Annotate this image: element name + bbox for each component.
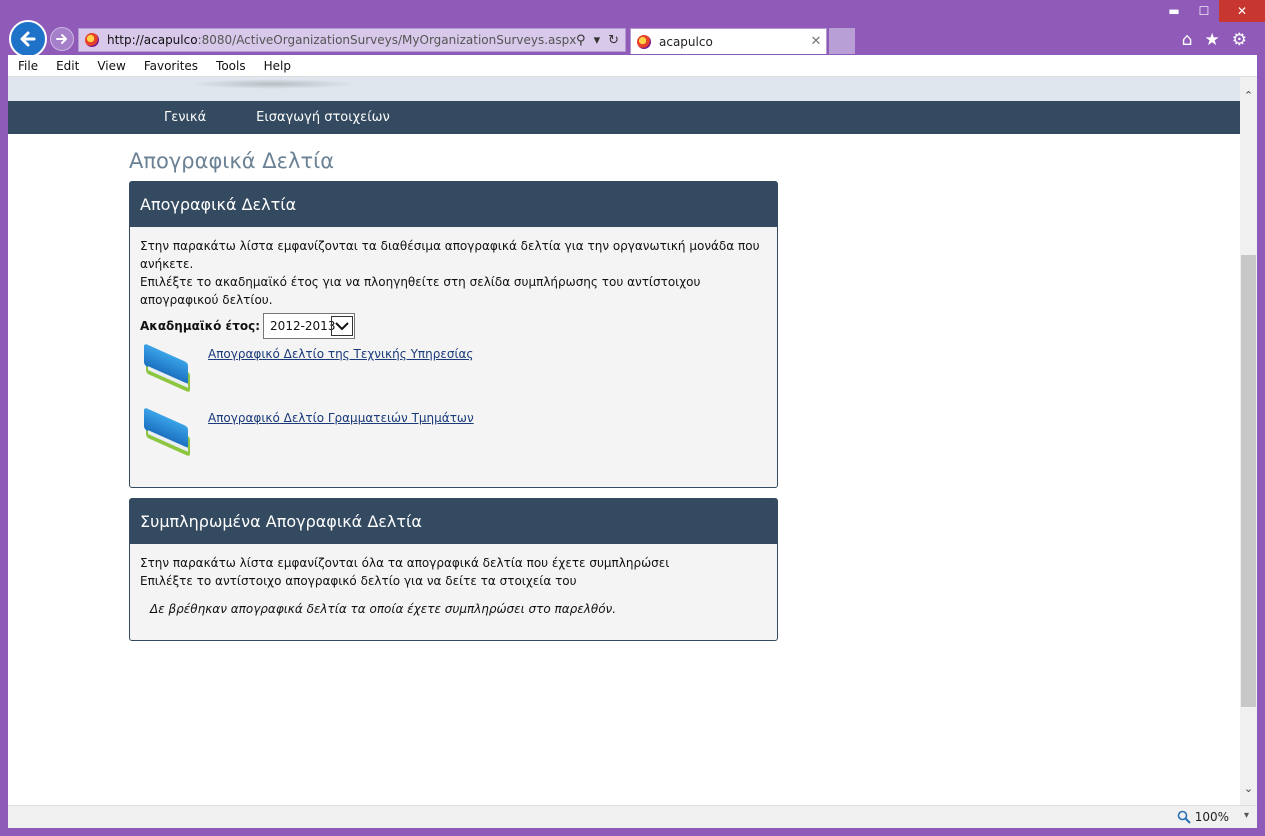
window-controls: ▬ ☐ ✕: [1159, 0, 1265, 26]
menu-favorites[interactable]: Favorites: [144, 59, 198, 73]
zoom-level: 100%: [1194, 810, 1229, 824]
site-banner: [8, 77, 1240, 101]
vertical-scrollbar[interactable]: ⌃ ⌄: [1240, 77, 1257, 805]
favorites-star-icon[interactable]: ★: [1205, 30, 1220, 50]
survey-item: Απογραφικό Δελτίο της Τεχνικής Υπηρεσίας: [140, 343, 767, 403]
instruction-text: Επιλέξτε το ακαδημαϊκό έτος για να πλοηγ…: [140, 275, 701, 307]
tab-favicon-icon: [637, 34, 651, 49]
year-select-value: 2012-2013: [270, 319, 336, 333]
intro-text: Στην παρακάτω λίστα εμφανίζονται όλα τα …: [140, 556, 670, 570]
instruction-text: Επιλέξτε το αντίστοιχο απογραφικό δελτίο…: [140, 574, 577, 588]
tab-title: acapulco: [659, 34, 713, 49]
survey-link-technical-service[interactable]: Απογραφικό Δελτίο της Τεχνικής Υπηρεσίας: [208, 345, 473, 403]
books-icon: [140, 407, 198, 465]
menu-edit[interactable]: Edit: [56, 59, 79, 73]
minimize-icon[interactable]: ▬: [1159, 0, 1189, 22]
maximize-icon[interactable]: ☐: [1189, 0, 1219, 22]
year-label: Ακαδημαϊκό έτος:: [140, 319, 261, 333]
browser-window: http://acapulco:8080/ActiveOrganizationS…: [0, 0, 1265, 836]
home-icon[interactable]: ⌂: [1182, 30, 1193, 50]
dropdown-arrow-icon[interactable]: ▾: [594, 33, 601, 48]
zoom-dropdown-icon[interactable]: ▾: [1244, 810, 1249, 821]
browser-tab[interactable]: acapulco ✕: [630, 28, 827, 54]
empty-message: Δε βρέθηκαν απογραφικά δελτία τα οποία έ…: [150, 602, 617, 616]
close-window-icon[interactable]: ✕: [1219, 0, 1265, 22]
zoom-control[interactable]: 100% ▾: [1177, 810, 1249, 824]
site-favicon-icon: [85, 33, 99, 47]
menu-bar: File Edit View Favorites Tools Help: [8, 55, 1257, 77]
menu-file[interactable]: File: [18, 59, 38, 73]
new-tab-button[interactable]: [829, 28, 855, 54]
address-bar[interactable]: http://acapulco:8080/ActiveOrganizationS…: [78, 28, 626, 52]
year-row: Ακαδημαϊκό έτος: 2012-2013: [140, 313, 767, 339]
settings-gear-icon[interactable]: ⚙: [1232, 30, 1247, 50]
nav-item-data-entry[interactable]: Εισαγωγή στοιχείων: [256, 110, 390, 125]
page-viewport: Γενικά Εισαγωγή στοιχείων Απογραφικά Δελ…: [8, 77, 1240, 805]
books-icon: [140, 343, 198, 401]
zoom-icon: [1177, 810, 1191, 824]
chevron-down-icon[interactable]: [331, 316, 354, 336]
forward-button[interactable]: [50, 27, 74, 51]
tab-close-icon[interactable]: ✕: [806, 34, 826, 49]
survey-item: Απογραφικό Δελτίο Γραμματειών Τμημάτων: [140, 407, 767, 467]
site-nav: Γενικά Εισαγωγή στοιχείων: [8, 101, 1240, 134]
back-button[interactable]: [9, 20, 47, 58]
panel-body: Στην παρακάτω λίστα εμφανίζονται όλα τα …: [130, 544, 777, 630]
status-bar: 100% ▾: [8, 805, 1257, 828]
survey-link-secretariats[interactable]: Απογραφικό Δελτίο Γραμματειών Τμημάτων: [208, 409, 474, 467]
scroll-up-icon[interactable]: ⌃: [1240, 87, 1257, 104]
intro-text: Στην παρακάτω λίστα εμφανίζονται τα διαθ…: [140, 239, 760, 271]
refresh-icon[interactable]: ↻: [608, 33, 619, 48]
nav-item-general[interactable]: Γενικά: [164, 110, 206, 125]
back-arrow-icon: [20, 31, 36, 47]
url-text[interactable]: http://acapulco:8080/ActiveOrganizationS…: [107, 33, 576, 47]
panel-header: Συμπληρωμένα Απογραφικά Δελτία: [130, 499, 777, 544]
forward-arrow-icon: [56, 34, 67, 44]
available-surveys-panel: Απογραφικά Δελτία Στην παρακάτω λίστα εμ…: [129, 181, 778, 488]
panel-body: Στην παρακάτω λίστα εμφανίζονται τα διαθ…: [130, 227, 777, 479]
browser-title-bar: http://acapulco:8080/ActiveOrganizationS…: [0, 0, 1265, 58]
menu-help[interactable]: Help: [264, 59, 291, 73]
page-title: Απογραφικά Δελτία: [129, 149, 335, 173]
menu-view[interactable]: View: [97, 59, 125, 73]
panel-header: Απογραφικά Δελτία: [130, 182, 777, 227]
scroll-down-icon[interactable]: ⌄: [1240, 780, 1257, 797]
year-select[interactable]: 2012-2013: [263, 313, 356, 339]
search-icon[interactable]: ⚲: [576, 33, 586, 48]
completed-surveys-panel: Συμπληρωμένα Απογραφικά Δελτία Στην παρα…: [129, 498, 778, 641]
scroll-thumb[interactable]: [1241, 255, 1256, 707]
menu-tools[interactable]: Tools: [216, 59, 246, 73]
banner-shadow: [188, 79, 358, 89]
